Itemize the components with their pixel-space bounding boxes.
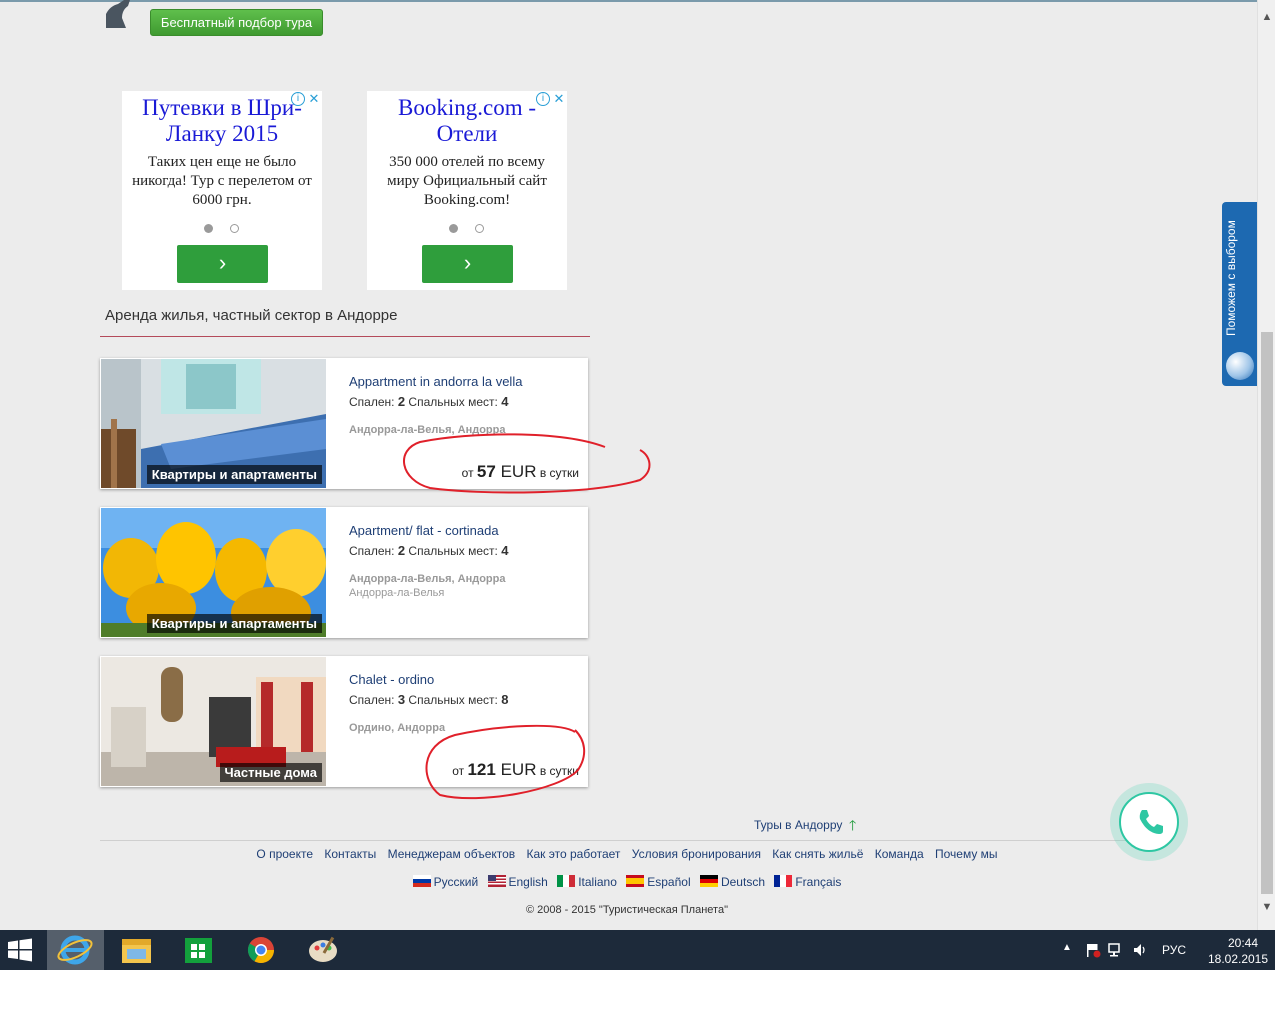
annotation-circle-price-2 (425, 724, 586, 800)
taskbar-ie[interactable] (47, 930, 104, 970)
tours-link[interactable]: Туры в Андорру (754, 818, 842, 832)
taskbar-store[interactable] (170, 930, 227, 970)
annotation-circle-price-1 (403, 433, 651, 494)
file-explorer-icon (122, 939, 151, 963)
store-icon (185, 938, 212, 963)
france-flag-icon (774, 875, 793, 887)
lang-russian[interactable]: Русский (412, 875, 479, 889)
lang-french[interactable]: Français (774, 875, 841, 889)
paint-icon (309, 936, 337, 962)
input-language-indicator[interactable]: РУС (1162, 943, 1186, 957)
lang-german[interactable]: Deutsch (699, 875, 765, 889)
call-button[interactable] (1110, 783, 1188, 861)
russia-flag-icon (412, 875, 431, 887)
arrow-up-icon[interactable]: 🡑 (849, 815, 856, 839)
chrome-icon (247, 937, 275, 964)
footer-link-managers[interactable]: Менеджерам объектов (388, 847, 516, 861)
lang-label: Français (795, 875, 842, 889)
action-center-flag-icon[interactable] (1085, 942, 1101, 958)
browser-viewport: Бесплатный подбор тура Путевки в Шри-Лан… (0, 0, 1257, 930)
lang-label: English (508, 875, 548, 889)
lang-english[interactable]: English (487, 875, 548, 889)
lang-label: Deutsch (720, 875, 765, 889)
footer-link-contacts[interactable]: Контакты (324, 847, 376, 861)
scroll-down-arrow-icon[interactable]: ▼ (1258, 898, 1276, 916)
footer-link-booking-terms[interactable]: Условия бронирования (632, 847, 761, 861)
usa-flag-icon (487, 875, 506, 887)
footer-link-team[interactable]: Команда (875, 847, 924, 861)
spain-flag-icon (626, 875, 645, 887)
germany-flag-icon (699, 875, 718, 887)
annotation-overlay (403, 433, 651, 800)
windows-taskbar: ▲ РУС 20:44 18.02.2015 (0, 930, 1275, 970)
volume-icon[interactable] (1132, 942, 1148, 958)
phone-icon (1139, 810, 1163, 834)
lang-spanish[interactable]: Español (626, 875, 691, 889)
call-button-inner (1119, 792, 1179, 852)
lang-label: Italiano (578, 875, 617, 889)
lang-label: Русский (433, 875, 479, 889)
internet-explorer-icon (57, 935, 93, 965)
network-icon[interactable] (1108, 942, 1124, 958)
footer-link-how-to-rent[interactable]: Как снять жильё (772, 847, 863, 861)
tray-expand-icon[interactable]: ▲ (1062, 942, 1072, 953)
footer-link-why-us[interactable]: Почему мы (935, 847, 998, 861)
help-choose-tab[interactable]: Поможем с выбором (1222, 202, 1257, 386)
lang-label: Español (647, 875, 691, 889)
footer-links: О проекте Контакты Менеджерам объектов К… (0, 847, 1254, 861)
italy-flag-icon (557, 875, 576, 887)
lang-italian[interactable]: Italiano (557, 875, 617, 889)
scrollbar-thumb[interactable] (1261, 332, 1273, 894)
taskbar-explorer[interactable] (108, 930, 165, 970)
globe-icon (1226, 352, 1254, 380)
vertical-scrollbar[interactable]: ▲ ▼ (1257, 0, 1275, 930)
footer-divider (100, 840, 1140, 841)
help-choose-label: Поможем с выбором (1224, 220, 1238, 336)
taskbar-paint[interactable] (295, 930, 352, 970)
footer-link-about[interactable]: О проекте (256, 847, 313, 861)
copyright: © 2008 - 2015 "Туристическая Планета" (525, 904, 728, 916)
taskbar-chrome[interactable] (233, 930, 290, 970)
language-selector: Русский English Italiano Español Deutsch… (0, 875, 1254, 889)
footer-link-how-it-works[interactable]: Как это работает (527, 847, 621, 861)
clock-date[interactable]: 18.02.2015 (1203, 952, 1273, 966)
scroll-up-arrow-icon[interactable]: ▲ (1258, 8, 1276, 26)
clock-time[interactable]: 20:44 (1213, 936, 1273, 950)
